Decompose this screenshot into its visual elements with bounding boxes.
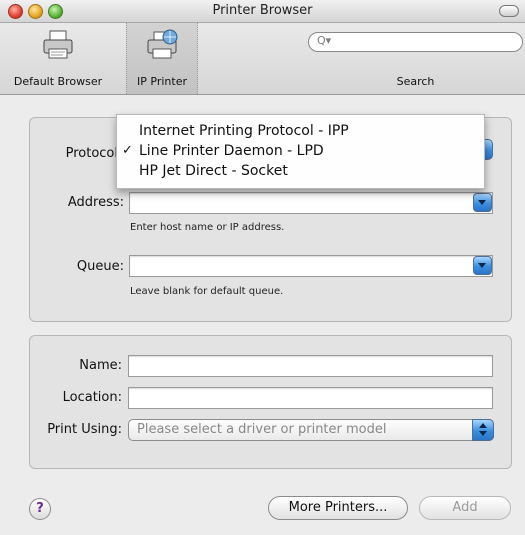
menu-item-socket[interactable]: HP Jet Direct - Socket <box>117 162 484 181</box>
window-title: Printer Browser <box>212 3 313 18</box>
print-using-value: Please select a driver or printer model <box>137 422 387 437</box>
protocol-label: Protocol <box>65 146 118 161</box>
search-icon: Q▾ <box>317 34 332 47</box>
title-bar: Printer Browser <box>0 0 525 23</box>
toolbar-toggle-button[interactable] <box>499 5 519 17</box>
menu-item-lpd[interactable]: ✓ Line Printer Daemon - LPD <box>117 142 484 161</box>
queue-label: Queue: <box>76 259 124 274</box>
location-input[interactable] <box>128 387 493 409</box>
queue-input[interactable] <box>129 255 493 277</box>
default-browser-label: Default Browser <box>13 75 103 88</box>
add-button[interactable]: Add <box>419 496 511 520</box>
ip-printer-tab[interactable]: IP Printer <box>126 23 198 94</box>
ip-printer-label: IP Printer <box>137 75 187 88</box>
address-history-button[interactable] <box>473 193 492 212</box>
address-input[interactable] <box>129 192 493 214</box>
name-label: Name: <box>79 358 122 373</box>
ip-printer-icon <box>147 29 178 59</box>
address-hint: Enter host name or IP address. <box>130 222 285 233</box>
printer-icon <box>43 30 73 59</box>
address-label: Address: <box>67 195 124 210</box>
popup-arrows-icon <box>472 419 494 441</box>
location-label: Location: <box>62 390 122 405</box>
protocol-menu: Internet Printing Protocol - IPP ✓ Line … <box>116 114 485 189</box>
printer-browser-window: Printer Browser Default Browser IP Print <box>0 0 525 535</box>
menu-item-label: Internet Printing Protocol - IPP <box>139 123 349 139</box>
menu-item-label: HP Jet Direct - Socket <box>139 163 288 179</box>
search-label: Search <box>396 75 435 88</box>
default-browser-tab[interactable]: Default Browser <box>0 23 116 94</box>
menu-item-label: Line Printer Daemon - LPD <box>139 143 324 159</box>
more-printers-button[interactable]: More Printers... <box>268 496 408 520</box>
toolbar: Default Browser IP Printer Q▾ Search <box>0 23 525 95</box>
search-input[interactable]: Q▾ <box>308 32 523 52</box>
search-field-wrap: Q▾ <box>308 32 523 52</box>
print-using-label: Print Using: <box>47 422 122 437</box>
check-icon: ✓ <box>122 143 133 158</box>
queue-history-button[interactable] <box>473 256 492 275</box>
menu-item-ipp[interactable]: Internet Printing Protocol - IPP <box>117 122 484 141</box>
help-button[interactable]: ? <box>29 498 51 520</box>
print-using-popup[interactable]: Please select a driver or printer model <box>128 419 494 441</box>
name-input[interactable] <box>128 355 493 377</box>
queue-hint: Leave blank for default queue. <box>130 286 284 297</box>
